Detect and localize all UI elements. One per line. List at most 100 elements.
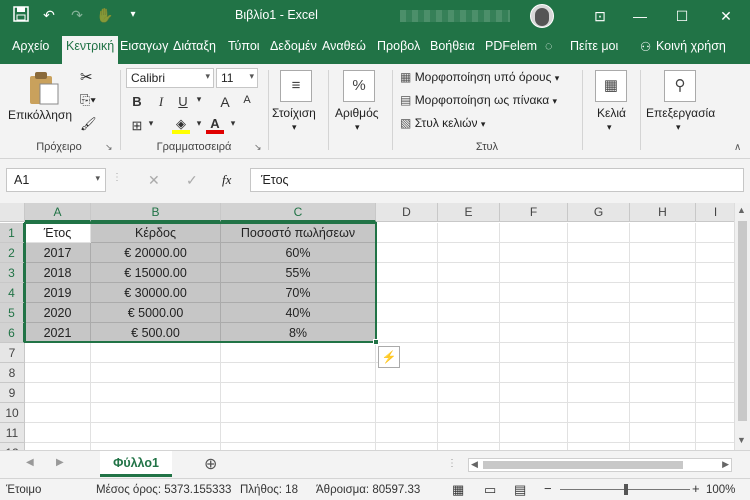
cell-c8[interactable] (221, 363, 376, 383)
shrink-font-button[interactable]: A (238, 94, 256, 112)
clipboard-launcher-icon[interactable]: ↘ (105, 142, 113, 153)
cell-g11[interactable] (568, 423, 630, 443)
cancel-icon[interactable]: ✕ (148, 172, 160, 189)
cell-h8[interactable] (630, 363, 696, 383)
cell-d2[interactable] (376, 243, 438, 263)
italic-button[interactable]: I (152, 94, 170, 112)
vertical-scroll-thumb[interactable] (738, 221, 747, 421)
maximize-button[interactable]: ☐ (662, 0, 702, 32)
cell-a9[interactable] (25, 383, 91, 403)
cut-icon[interactable]: ✂ (80, 68, 93, 86)
row-header-2[interactable]: 2 (0, 243, 25, 263)
cell-i6[interactable] (696, 323, 736, 343)
cell-f8[interactable] (500, 363, 568, 383)
cell-c5[interactable]: 40% (221, 303, 376, 323)
cell-i3[interactable] (696, 263, 736, 283)
cell-i11[interactable] (696, 423, 736, 443)
cell-h4[interactable] (630, 283, 696, 303)
cell-d9[interactable] (376, 383, 438, 403)
tab-pdfelement[interactable]: PDFelem (485, 39, 537, 53)
cell-b3[interactable]: € 15000.00 (91, 263, 221, 283)
cell-b7[interactable] (91, 343, 221, 363)
cell-e1[interactable] (438, 223, 500, 243)
search-icon[interactable]: ⚲ (664, 70, 696, 102)
cell-d3[interactable] (376, 263, 438, 283)
row-header-6[interactable]: 6 (0, 323, 25, 343)
number-dropdown-icon[interactable]: ▾ (355, 122, 360, 133)
column-header-d[interactable]: D (376, 203, 438, 222)
cell-f1[interactable] (500, 223, 568, 243)
editing-dropdown-icon[interactable]: ▾ (676, 122, 681, 133)
cell-b11[interactable] (91, 423, 221, 443)
normal-view-icon[interactable]: ▦ (452, 482, 464, 498)
font-size-select[interactable]: 11 ▾ (216, 68, 258, 88)
cell-i8[interactable] (696, 363, 736, 383)
cell-a1[interactable]: Έτος (25, 223, 91, 243)
collapse-ribbon-icon[interactable]: ∧ (734, 142, 741, 153)
insert-function-button[interactable]: fx (222, 172, 231, 188)
row-header-11[interactable]: 11 (0, 423, 25, 443)
cell-d6[interactable] (376, 323, 438, 343)
close-button[interactable]: ✕ (706, 0, 746, 32)
cell-g1[interactable] (568, 223, 630, 243)
cell-g2[interactable] (568, 243, 630, 263)
tab-view[interactable]: Προβολ (377, 39, 420, 53)
scroll-left-icon[interactable]: ◀ (471, 459, 478, 470)
cell-g4[interactable] (568, 283, 630, 303)
cell-f11[interactable] (500, 423, 568, 443)
alignment-button[interactable]: Στοίχιση (272, 106, 316, 120)
cell-b1[interactable]: Κέρδος (91, 223, 221, 243)
select-all-button[interactable] (0, 203, 25, 222)
quick-analysis-icon[interactable]: ⚡ (378, 346, 400, 368)
row-header-4[interactable]: 4 (0, 283, 25, 303)
cell-d1[interactable] (376, 223, 438, 243)
share-button[interactable]: Κοινή χρήση (656, 39, 726, 53)
column-header-h[interactable]: H (630, 203, 696, 222)
prev-sheet-icon[interactable]: ◀ (26, 457, 34, 468)
format-painter-icon[interactable]: 🖌 (80, 116, 97, 132)
column-header-e[interactable]: E (438, 203, 500, 222)
cell-h5[interactable] (630, 303, 696, 323)
bold-button[interactable]: B (128, 94, 146, 112)
cell-i4[interactable] (696, 283, 736, 303)
cell-a7[interactable] (25, 343, 91, 363)
cell-a3[interactable]: 2018 (25, 263, 91, 283)
minimize-button[interactable]: — (620, 0, 660, 32)
cell-e3[interactable] (438, 263, 500, 283)
cell-b8[interactable] (91, 363, 221, 383)
cell-c2[interactable]: 60% (221, 243, 376, 263)
cell-e8[interactable] (438, 363, 500, 383)
row-header-1[interactable]: 1 (0, 223, 25, 243)
cell-a6[interactable]: 2021 (25, 323, 91, 343)
cell-f9[interactable] (500, 383, 568, 403)
cell-i1[interactable] (696, 223, 736, 243)
cell-g6[interactable] (568, 323, 630, 343)
row-header-9[interactable]: 9 (0, 383, 25, 403)
cell-e2[interactable] (438, 243, 500, 263)
tell-me-search[interactable]: Πείτε μοι (570, 39, 618, 53)
cell-e5[interactable] (438, 303, 500, 323)
cell-h11[interactable] (630, 423, 696, 443)
cell-h3[interactable] (630, 263, 696, 283)
zoom-level[interactable]: 100% (706, 484, 735, 496)
row-header-8[interactable]: 8 (0, 363, 25, 383)
cell-h1[interactable] (630, 223, 696, 243)
cell-f10[interactable] (500, 403, 568, 423)
underline-dropdown-icon[interactable]: ▾ (190, 94, 208, 112)
cell-d5[interactable] (376, 303, 438, 323)
tab-insert[interactable]: Εισαγωγ (120, 39, 168, 53)
horizontal-scroll-thumb[interactable] (483, 461, 683, 469)
add-sheet-button[interactable]: ⊕ (204, 454, 217, 474)
cells-button[interactable]: Κελιά (597, 106, 626, 120)
copy-icon[interactable]: ⎘▾ (80, 92, 96, 108)
scroll-up-icon[interactable]: ▲ (737, 205, 746, 215)
column-header-g[interactable]: G (568, 203, 630, 222)
cell-b4[interactable]: € 30000.00 (91, 283, 221, 303)
editing-button[interactable]: Επεξεργασία (646, 106, 715, 120)
cell-i10[interactable] (696, 403, 736, 423)
cell-a11[interactable] (25, 423, 91, 443)
cell-e6[interactable] (438, 323, 500, 343)
fill-color-icon[interactable]: ◈ (172, 116, 190, 134)
cell-h2[interactable] (630, 243, 696, 263)
tab-help[interactable]: Βοήθεια (430, 39, 475, 53)
